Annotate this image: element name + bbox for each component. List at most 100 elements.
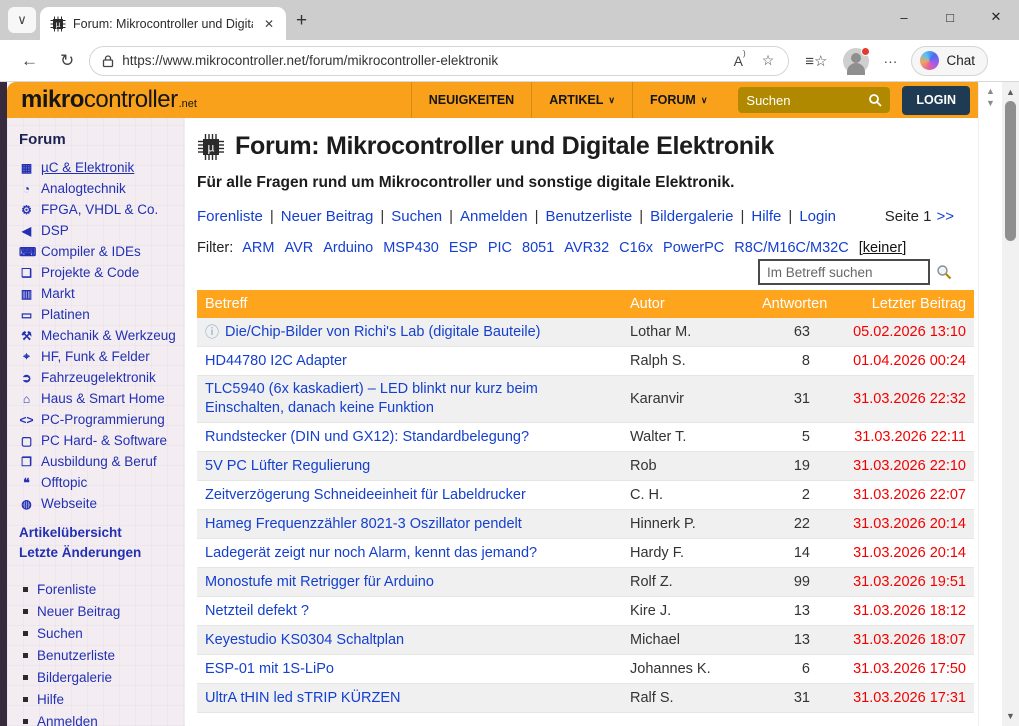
topic-search-input[interactable]	[758, 259, 930, 285]
reload-icon[interactable]: ↻	[49, 51, 85, 71]
site-nav-item[interactable]: ARTIKEL ∨	[531, 82, 632, 118]
topic-link[interactable]: Rundstecker (DIN und GX12): Standardbele…	[205, 428, 529, 447]
forum-nav-link[interactable]: Hilfe	[751, 208, 781, 225]
topic-last-post: 05.02.2026 13:10	[816, 324, 966, 340]
maximize-icon[interactable]: □	[927, 0, 973, 34]
profile-avatar[interactable]	[843, 48, 869, 74]
filter-none-link[interactable]: [keiner]	[859, 240, 907, 256]
favorite-star-icon[interactable]: ☆	[758, 52, 779, 69]
sidebar-article-link[interactable]: Letzte Änderungen	[19, 545, 179, 560]
sidebar-bottom-link[interactable]: Suchen	[37, 626, 83, 641]
forum-nav-link[interactable]: Login	[799, 208, 836, 225]
login-button[interactable]: LOGIN	[902, 86, 970, 115]
topic-link[interactable]: ESP-01 mit 1S-LiPo	[205, 660, 334, 679]
topic-author: Hardy F.	[630, 545, 762, 561]
sidebar-item-link[interactable]: Projekte & Code	[41, 265, 139, 280]
more-options-icon[interactable]: ···	[879, 53, 901, 69]
copilot-chat-button[interactable]: Chat	[911, 46, 988, 76]
sidebar-bottom-link[interactable]: Hilfe	[37, 692, 64, 707]
topic-link[interactable]: 5V PC Lüfter Regulierung	[205, 457, 370, 476]
header-search-box[interactable]	[738, 87, 890, 113]
forum-nav-link[interactable]: Benutzerliste	[545, 208, 632, 225]
topic-link[interactable]: Zeitverzögerung Schneideeinheit für Labe…	[205, 486, 526, 505]
site-logo[interactable]: mikro controller .net	[21, 86, 197, 114]
topic-link[interactable]: TLC5940 (6x kaskadiert) – LED blinkt nur…	[205, 380, 620, 418]
sidebar-bottom-link[interactable]: Bildergalerie	[37, 670, 112, 685]
sidebar-bottom-link[interactable]: Neuer Beitrag	[37, 604, 120, 619]
topic-link[interactable]: Netzteil defekt ?	[205, 602, 309, 621]
topic-link[interactable]: UltrA tHIN led sTRIP KÜRZEN	[205, 689, 401, 708]
inner-scrollbar[interactable]: ▲ ▼	[978, 82, 1002, 726]
sidebar-item-link[interactable]: HF, Funk & Felder	[41, 349, 150, 364]
read-aloud-icon[interactable]: A)	[730, 53, 750, 69]
sidebar-item-link[interactable]: µC & Elektronik	[41, 160, 134, 175]
filter-link[interactable]: PIC	[488, 240, 512, 256]
sidebar-item-link[interactable]: Compiler & IDEs	[41, 244, 141, 259]
collections-icon[interactable]: ≡☆	[799, 52, 833, 70]
search-icon[interactable]	[936, 264, 952, 280]
sidebar-item-link[interactable]: Mechanik & Werkzeug	[41, 328, 176, 343]
filter-link[interactable]: ARM	[242, 240, 274, 256]
sidebar-item-link[interactable]: PC-Programmierung	[41, 412, 165, 427]
sidebar-item-link[interactable]: Fahrzeugelektronik	[41, 370, 156, 385]
sidebar-article-link[interactable]: Artikelübersicht	[19, 525, 179, 540]
scroll-down-icon[interactable]: ▼	[979, 98, 1002, 108]
filter-link[interactable]: MSP430	[383, 240, 439, 256]
filter-link[interactable]: C16x	[619, 240, 653, 256]
close-icon[interactable]: ✕	[973, 0, 1019, 34]
header-search-input[interactable]	[746, 93, 868, 108]
forum-nav-link[interactable]: Forenliste	[197, 208, 263, 225]
topic-link[interactable]: Keyestudio KS0304 Schaltplan	[205, 631, 404, 650]
sidebar-item-link[interactable]: Webseite	[41, 496, 97, 511]
new-tab-button[interactable]: +	[296, 10, 307, 32]
sidebar-item: ❝ Offtopic	[19, 475, 179, 490]
filter-link[interactable]: Arduino	[323, 240, 373, 256]
sidebar-item-link[interactable]: Markt	[41, 286, 75, 301]
sidebar-bottom-link[interactable]: Anmelden	[37, 714, 98, 726]
filter-link[interactable]: R8C/M16C/M32C	[734, 240, 848, 256]
url-text: https://www.mikrocontroller.net/forum/mi…	[122, 53, 721, 68]
minimize-icon[interactable]: –	[881, 0, 927, 34]
page-scrollbar[interactable]: ▲ ▼	[1002, 82, 1019, 726]
topic-link[interactable]: Die/Chip-Bilder von Richi's Lab (digital…	[225, 323, 540, 342]
filter-link[interactable]: AVR	[284, 240, 313, 256]
sidebar-item-link[interactable]: Haus & Smart Home	[41, 391, 165, 406]
sidebar-bottom-link[interactable]: Benutzerliste	[37, 648, 115, 663]
site-nav-item[interactable]: FORUM ∨	[632, 82, 724, 118]
topic-link[interactable]: Hameg Frequenzzähler 8021-3 Oszillator p…	[205, 515, 522, 534]
sidebar-item-link[interactable]: Offtopic	[41, 475, 87, 490]
svg-text:µ: µ	[208, 140, 215, 154]
sidebar-item-link[interactable]: DSP	[41, 223, 69, 238]
forum-nav-link[interactable]: Neuer Beitrag	[281, 208, 374, 225]
browser-tab[interactable]: µ Forum: Mikrocontroller und Digita ✕	[40, 7, 286, 40]
forum-nav-link[interactable]: Anmelden	[460, 208, 528, 225]
forum-nav-link[interactable]: Suchen	[391, 208, 442, 225]
sidebar-item-link[interactable]: FPGA, VHDL & Co.	[41, 202, 158, 217]
forum-nav-link[interactable]: Bildergalerie	[650, 208, 733, 225]
scrollbar-thumb[interactable]	[1005, 101, 1016, 241]
tab-close-icon[interactable]: ✕	[260, 15, 278, 33]
sidebar-item-link[interactable]: Analogtechnik	[41, 181, 126, 196]
filter-link[interactable]: ESP	[449, 240, 478, 256]
sidebar-item-link[interactable]: Ausbildung & Beruf	[41, 454, 157, 469]
scroll-up-icon[interactable]: ▲	[1002, 87, 1019, 97]
next-page-link[interactable]: >>	[936, 208, 954, 225]
topic-last-post: 31.03.2026 20:14	[816, 545, 966, 561]
sidebar-bottom-link[interactable]: Forenliste	[37, 582, 96, 597]
topic-link[interactable]: Monostufe mit Retrigger für Arduino	[205, 573, 434, 592]
search-icon[interactable]	[868, 93, 882, 107]
scroll-down-icon[interactable]: ▼	[1002, 711, 1019, 721]
filter-link[interactable]: 8051	[522, 240, 554, 256]
topic-link[interactable]: Ladegerät zeigt nur noch Alarm, kennt da…	[205, 544, 537, 563]
address-bar[interactable]: https://www.mikrocontroller.net/forum/mi…	[89, 46, 789, 76]
sidebar-item-link[interactable]: PC Hard- & Software	[41, 433, 167, 448]
tab-search-button[interactable]: ∨	[8, 7, 36, 33]
back-icon[interactable]: ←	[10, 51, 49, 71]
filter-link[interactable]: AVR32	[564, 240, 609, 256]
site-nav-item[interactable]: NEUIGKEITEN	[411, 82, 531, 118]
sidebar-item-link[interactable]: Platinen	[41, 307, 90, 322]
topic-link[interactable]: HD44780 I2C Adapter	[205, 352, 347, 371]
scroll-up-icon[interactable]: ▲	[979, 86, 1002, 96]
filter-link[interactable]: PowerPC	[663, 240, 724, 256]
square-bullet-icon	[23, 653, 28, 658]
